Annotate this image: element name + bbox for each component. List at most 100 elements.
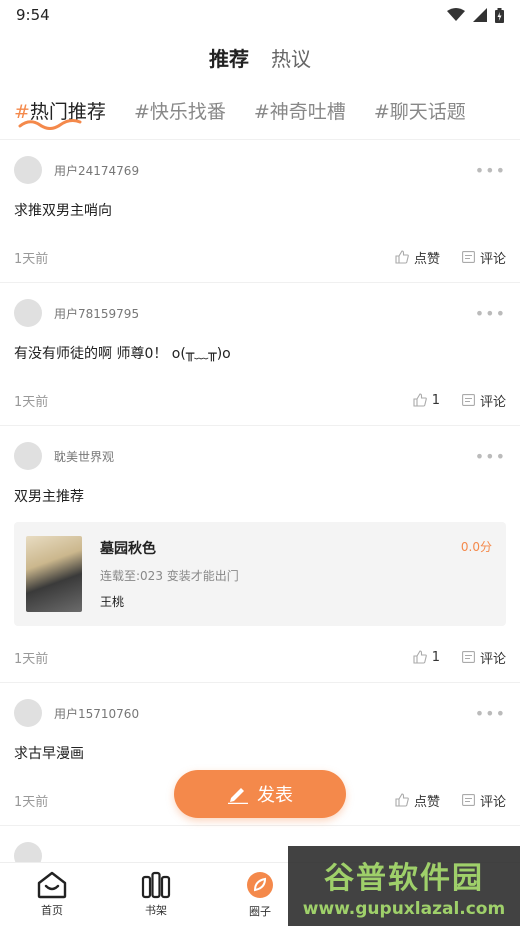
topic-tab-chat[interactable]: #聊天话题 xyxy=(374,97,466,124)
watermark: 谷普软件园 www.gupuxlazal.com xyxy=(288,846,520,926)
book-info: 墓园秋色 连载至:023 变装才能出门 王桃 xyxy=(100,538,239,610)
watermark-text: 谷普软件园 xyxy=(324,861,484,896)
wave-underline-icon xyxy=(18,119,82,130)
post-text: 求推双男主哨向 xyxy=(14,203,112,219)
post-footer: 1天前 点赞 评论 xyxy=(14,232,506,282)
comment-label: 评论 xyxy=(479,794,506,810)
battery-icon xyxy=(495,7,504,23)
status-bar: 9:54 xyxy=(0,0,520,30)
book-title: 墓园秋色 xyxy=(100,541,156,557)
topic-tab-find[interactable]: #快乐找番 xyxy=(134,97,226,124)
circle-compass-icon xyxy=(247,872,273,898)
avatar[interactable] xyxy=(14,699,42,727)
username: 耽美世界观 xyxy=(54,449,115,464)
thumbs-up-icon xyxy=(413,650,427,664)
post-user[interactable]: 用户24174769 xyxy=(14,156,139,184)
like-label: 点赞 xyxy=(413,794,440,810)
comment-button[interactable]: 评论 xyxy=(462,391,506,410)
more-options-icon[interactable]: ••• xyxy=(475,447,506,466)
book-score: 0.0分 xyxy=(460,540,492,554)
topic-hash: # xyxy=(253,101,270,123)
more-options-icon[interactable]: ••• xyxy=(475,304,506,323)
like-count: 1 xyxy=(431,392,440,408)
book-status: 连载至:023 变装才能出门 xyxy=(100,569,239,583)
pencil-icon xyxy=(228,788,248,804)
topic-hash: # xyxy=(373,101,390,123)
bookshelf-icon xyxy=(141,871,171,899)
watermark-url: www.gupuxlazal.com xyxy=(302,899,506,919)
post-header: 用户15710760 ••• xyxy=(14,683,506,729)
avatar[interactable] xyxy=(14,156,42,184)
top-tabs: 推荐 热议 xyxy=(0,36,520,82)
nav-bookshelf[interactable]: 书架 xyxy=(104,863,208,926)
post-time: 1天前 xyxy=(14,651,49,667)
signal-icon xyxy=(473,8,487,22)
nav-home[interactable]: 首页 xyxy=(0,863,104,926)
more-options-icon[interactable]: ••• xyxy=(475,161,506,180)
post-header: 用户78159795 ••• xyxy=(14,283,506,329)
nav-label: 书架 xyxy=(145,904,167,917)
nav-label: 首页 xyxy=(41,904,63,917)
post-footer: 1天前 1 评论 xyxy=(14,632,506,682)
topic-tab-hot[interactable]: #热门推荐 xyxy=(14,97,106,130)
wifi-icon xyxy=(447,8,465,22)
thumbs-up-icon xyxy=(395,793,409,807)
comment-label: 评论 xyxy=(479,251,506,267)
post-user[interactable]: 用户15710760 xyxy=(14,699,139,727)
comment-button[interactable]: 评论 xyxy=(462,791,506,810)
topic-label: 神奇吐槽 xyxy=(269,101,346,123)
status-icons xyxy=(447,7,504,23)
comment-label: 评论 xyxy=(479,394,506,410)
like-button[interactable]: 点赞 xyxy=(395,791,440,810)
post-actions: 1 评论 xyxy=(413,648,506,667)
publish-label: 发表 xyxy=(257,785,293,806)
topic-hash: # xyxy=(133,101,150,123)
like-count: 1 xyxy=(431,649,440,665)
comment-icon xyxy=(462,794,475,806)
more-options-icon[interactable]: ••• xyxy=(475,704,506,723)
post-feed: 用户24174769 ••• 求推双男主哨向 1天前 点赞 评论 用户78159… xyxy=(0,140,520,862)
topic-tabs: #热门推荐 #快乐找番 #神奇吐槽 #聊天话题 xyxy=(0,82,520,140)
post-item[interactable]: 用户78159795 ••• 有没有师徒的啊 师尊0！ o(╥﹏╥)o 1天前 … xyxy=(0,283,520,426)
like-button[interactable]: 1 xyxy=(413,393,440,408)
post-item[interactable]: 用户24174769 ••• 求推双男主哨向 1天前 点赞 评论 xyxy=(0,140,520,283)
thumbs-up-icon xyxy=(395,250,409,264)
nav-label: 圈子 xyxy=(249,905,271,918)
topic-tab-rant[interactable]: #神奇吐槽 xyxy=(254,97,346,124)
like-button[interactable]: 点赞 xyxy=(395,248,440,267)
post-actions: 1 评论 xyxy=(413,391,506,410)
post-user[interactable]: 用户78159795 xyxy=(14,299,139,327)
book-card[interactable]: 墓园秋色 连载至:023 变装才能出门 王桃 0.0分 xyxy=(14,522,506,626)
comment-icon xyxy=(462,651,475,663)
status-time: 9:54 xyxy=(16,6,50,24)
username: 用户15710760 xyxy=(54,706,140,721)
post-time: 1天前 xyxy=(14,794,49,810)
post-item[interactable]: 耽美世界观 ••• 双男主推荐 墓园秋色 连载至:023 变装才能出门 王桃 0… xyxy=(0,426,520,683)
post-actions: 点赞 评论 xyxy=(395,791,506,810)
publish-button[interactable]: 发表 xyxy=(174,770,346,818)
avatar[interactable] xyxy=(14,842,42,862)
tab-recommend[interactable]: 推荐 xyxy=(207,43,251,76)
post-footer: 1天前 1 评论 xyxy=(14,375,506,425)
book-cover xyxy=(26,536,82,612)
post-text: 有没有师徒的啊 师尊0！ o(╥﹏╥)o xyxy=(14,346,231,362)
comment-button[interactable]: 评论 xyxy=(462,648,506,667)
book-author: 王桃 xyxy=(100,595,125,609)
comment-icon xyxy=(462,251,475,263)
like-button[interactable]: 1 xyxy=(413,650,440,665)
avatar[interactable] xyxy=(14,299,42,327)
username: 用户78159795 xyxy=(54,306,140,321)
comment-icon xyxy=(462,394,475,406)
post-user[interactable]: 耽美世界观 xyxy=(14,442,114,470)
post-header: 耽美世界观 ••• xyxy=(14,426,506,472)
home-icon xyxy=(37,871,67,899)
post-time: 1天前 xyxy=(14,394,49,410)
topic-label: 聊天话题 xyxy=(389,101,466,123)
avatar[interactable] xyxy=(14,442,42,470)
topic-label: 快乐找番 xyxy=(149,101,226,123)
comment-button[interactable]: 评论 xyxy=(462,248,506,267)
tab-hot-discussion[interactable]: 热议 xyxy=(271,43,311,76)
post-user[interactable] xyxy=(14,842,42,862)
post-time: 1天前 xyxy=(14,251,49,267)
comment-label: 评论 xyxy=(479,651,506,667)
